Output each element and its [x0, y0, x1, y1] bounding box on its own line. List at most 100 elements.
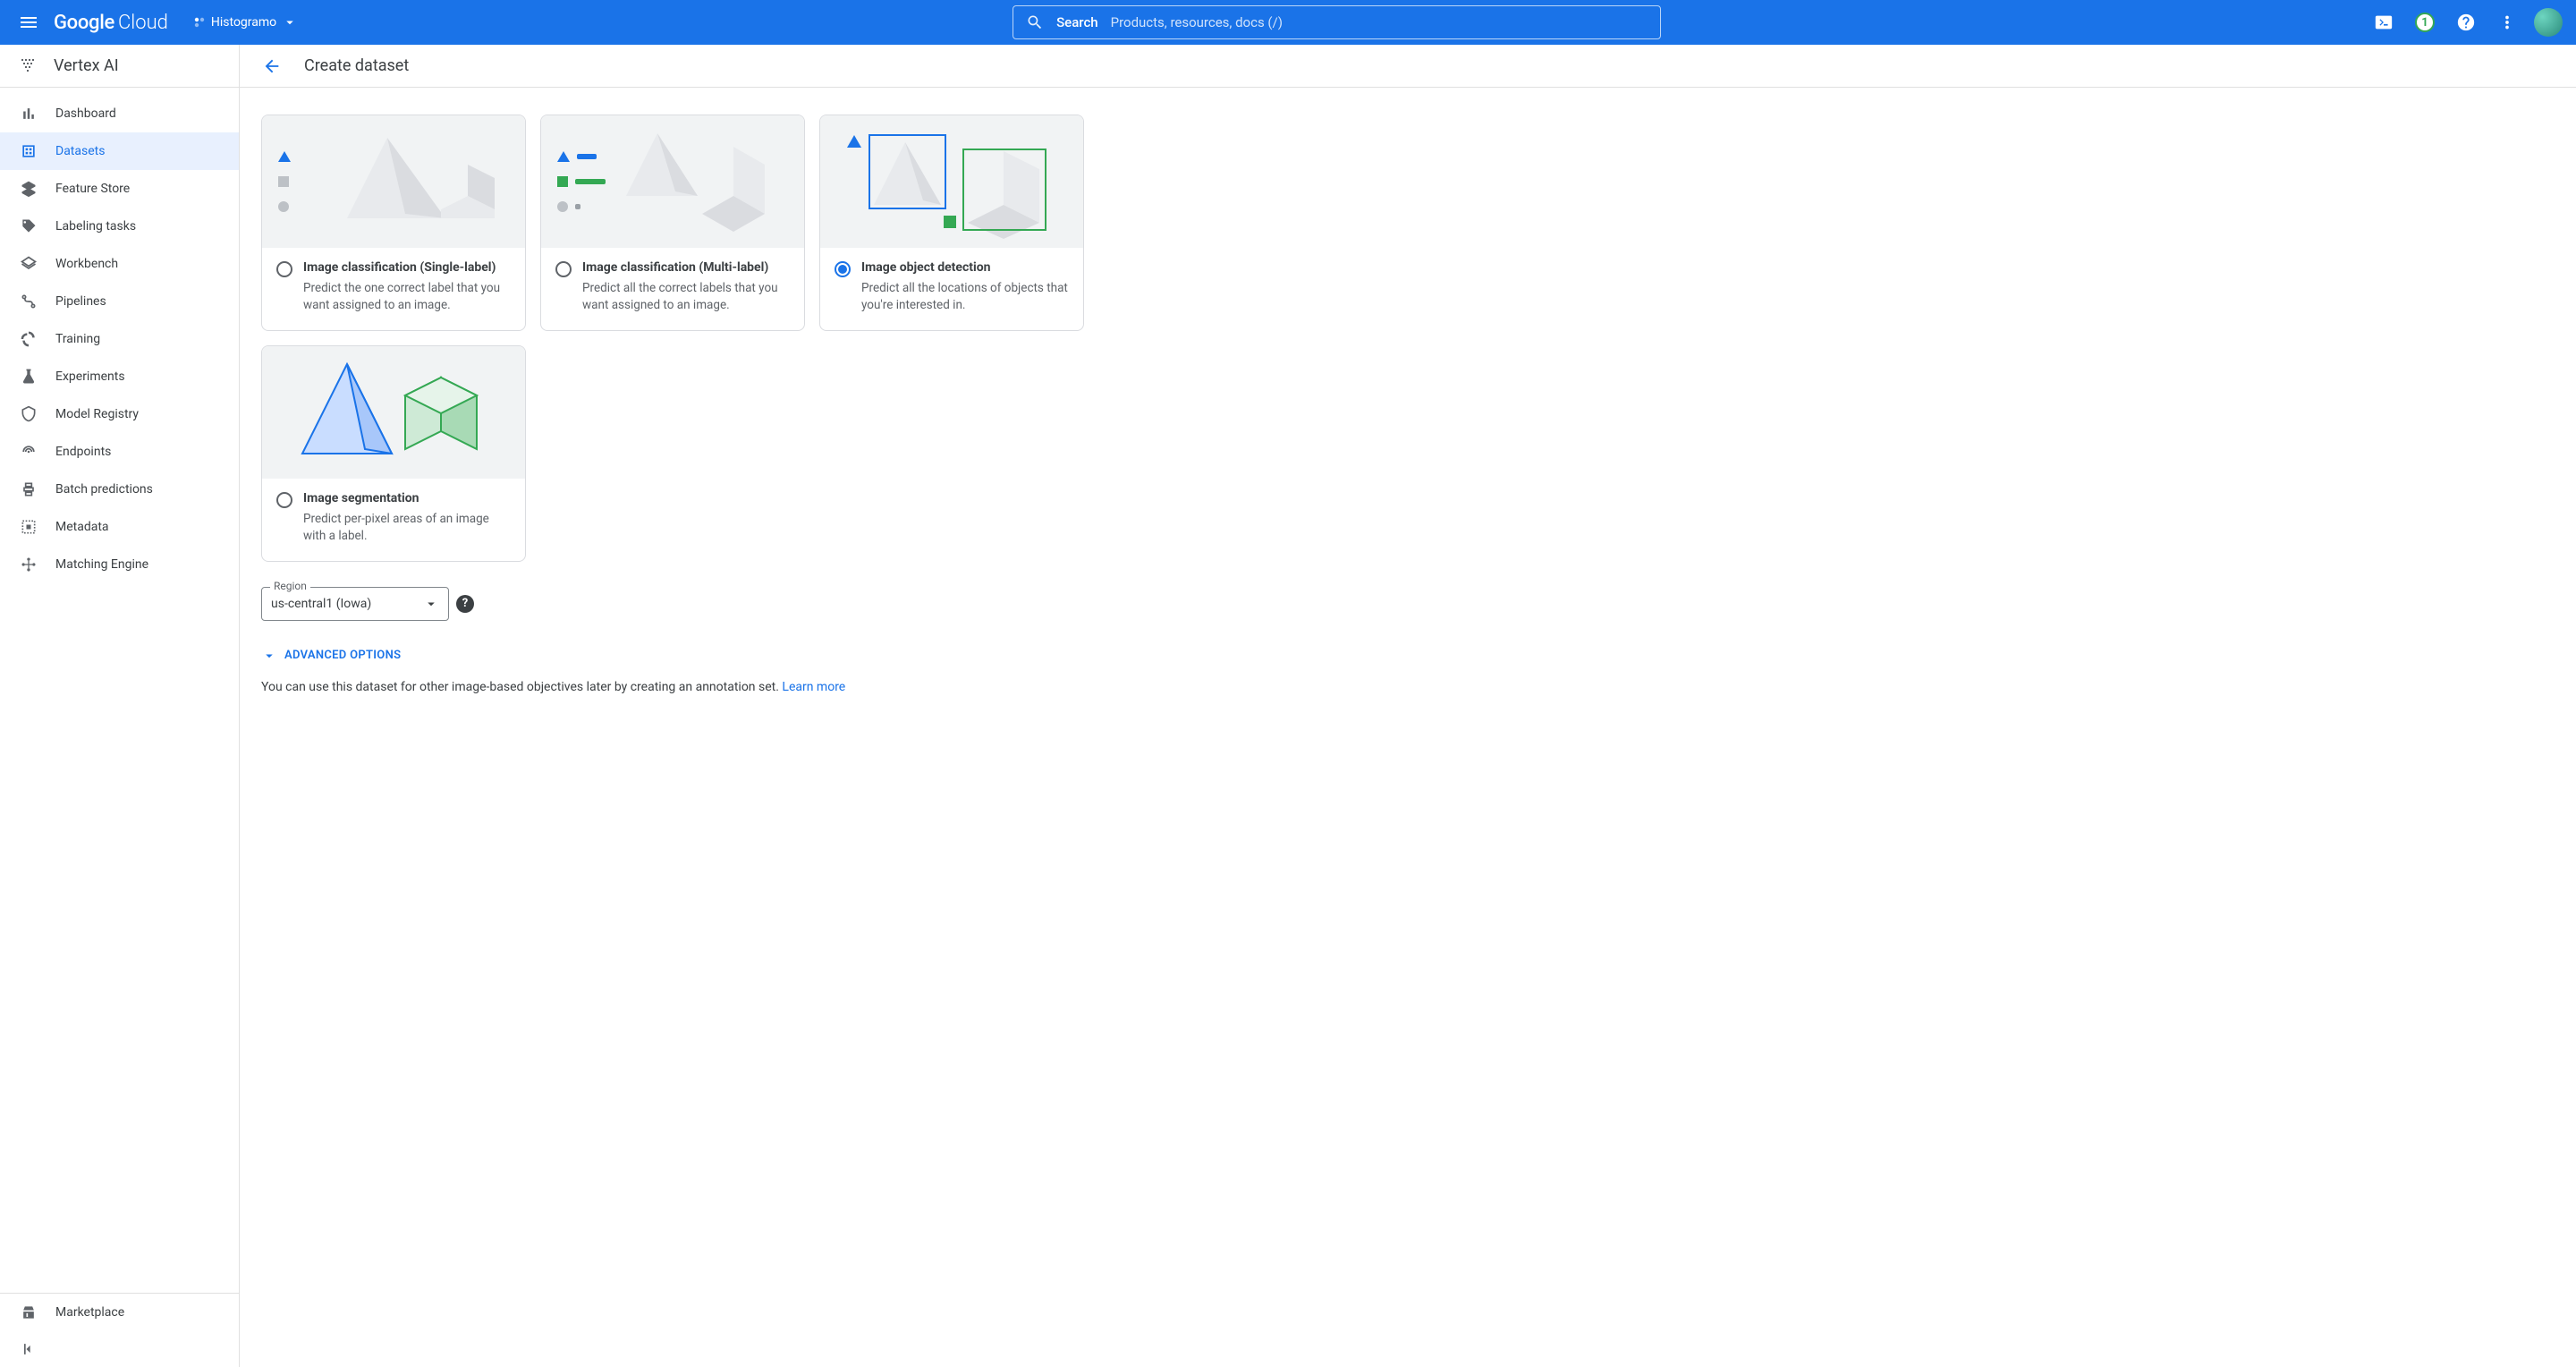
sidebar-item-labeling-tasks[interactable]: Labeling tasks	[0, 208, 239, 245]
trial-badge: 1	[2415, 13, 2435, 32]
region-help-button[interactable]: ?	[456, 595, 474, 613]
help-button[interactable]	[2449, 5, 2483, 39]
search-placeholder: Products, resources, docs (/)	[1111, 14, 1283, 30]
sidebar-nav: Dashboard Datasets Feature Store Labelin…	[0, 88, 239, 1293]
cloud-shell-button[interactable]	[2367, 5, 2401, 39]
card-illustration	[541, 115, 804, 248]
footer-note: You can use this dataset for other image…	[261, 680, 1113, 694]
card-desc: Predict per-pixel areas of an image with…	[303, 511, 511, 545]
sidebar-item-workbench[interactable]: Workbench	[0, 245, 239, 283]
free-trial-button[interactable]: 1	[2408, 5, 2442, 39]
card-title: Image classification (Single-label)	[303, 260, 511, 275]
main: Create dataset	[240, 45, 2576, 1367]
search-label: Search	[1056, 14, 1098, 30]
bar-icon	[575, 204, 580, 209]
sidebar-item-label: Pipelines	[55, 294, 106, 309]
arrow-back-icon	[262, 56, 282, 76]
region-label: Region	[270, 580, 310, 592]
product-title: Vertex AI	[54, 56, 119, 75]
project-icon	[193, 16, 206, 29]
model-registry-icon	[20, 405, 38, 423]
card-segmentation[interactable]: Image segmentation Predict per-pixel are…	[261, 345, 526, 562]
sidebar-item-endpoints[interactable]: Endpoints	[0, 433, 239, 471]
card-title: Image object detection	[861, 260, 1069, 275]
region-value: us-central1 (Iowa)	[271, 597, 371, 611]
card-desc: Predict all the correct labels that you …	[582, 280, 790, 314]
pipelines-icon	[20, 293, 38, 310]
sidebar-item-label: Datasets	[55, 144, 105, 158]
main-menu-button[interactable]	[11, 4, 47, 40]
radio-single-label[interactable]	[276, 261, 292, 277]
top-header: Google Cloud Histogramo Search Products,…	[0, 0, 2576, 45]
square-icon	[557, 176, 568, 187]
search-icon	[1026, 13, 1044, 31]
sidebar-item-label: Batch predictions	[55, 482, 153, 497]
sidebar-item-label: Dashboard	[55, 106, 116, 121]
endpoints-icon	[20, 443, 38, 461]
circle-icon	[278, 201, 289, 212]
sidebar-item-training[interactable]: Training	[0, 320, 239, 358]
project-selector[interactable]: Histogramo	[184, 9, 307, 36]
card-object-detection[interactable]: Image object detection Predict all the l…	[819, 115, 1084, 331]
workbench-icon	[20, 255, 38, 273]
matching-engine-icon	[20, 556, 38, 573]
feature-store-icon	[20, 180, 38, 198]
datasets-icon	[20, 142, 38, 160]
sidebar-item-label: Model Registry	[55, 407, 139, 421]
page-header: Create dataset	[240, 45, 2576, 88]
card-illustration	[820, 115, 1083, 248]
page-title: Create dataset	[304, 56, 409, 75]
objective-cards: Image classification (Single-label) Pred…	[261, 115, 1113, 562]
bar-icon	[577, 154, 597, 159]
radio-segmentation[interactable]	[276, 492, 292, 508]
sidebar-collapse-button[interactable]	[0, 1331, 239, 1367]
sidebar-item-batch-predictions[interactable]: Batch predictions	[0, 471, 239, 508]
avatar	[2534, 8, 2563, 37]
triangle-icon	[278, 151, 291, 162]
logo-cloud: Cloud	[118, 12, 168, 34]
card-desc: Predict all the locations of objects tha…	[861, 280, 1069, 314]
learn-more-link[interactable]: Learn more	[782, 680, 845, 694]
project-name: Histogramo	[211, 15, 276, 30]
batch-icon	[20, 480, 38, 498]
sidebar-item-experiments[interactable]: Experiments	[0, 358, 239, 395]
collapse-icon	[20, 1340, 38, 1358]
triangle-icon	[557, 151, 570, 162]
sidebar-item-pipelines[interactable]: Pipelines	[0, 283, 239, 320]
menu-icon	[18, 12, 39, 33]
sidebar-item-label: Marketplace	[55, 1305, 124, 1320]
marketplace-icon	[20, 1303, 38, 1321]
more-button[interactable]	[2490, 5, 2524, 39]
note-text: You can use this dataset for other image…	[261, 680, 782, 694]
card-single-label[interactable]: Image classification (Single-label) Pred…	[261, 115, 526, 331]
help-icon	[2456, 13, 2476, 32]
account-button[interactable]	[2531, 5, 2565, 39]
sidebar-item-label: Training	[55, 332, 100, 346]
sidebar-item-metadata[interactable]: Metadata	[0, 508, 239, 546]
bar-icon	[575, 179, 606, 184]
sidebar-item-dashboard[interactable]: Dashboard	[0, 95, 239, 132]
radio-multi-label[interactable]	[555, 261, 572, 277]
card-illustration	[262, 346, 525, 479]
header-right: 1	[2367, 5, 2565, 39]
sidebar-item-model-registry[interactable]: Model Registry	[0, 395, 239, 433]
training-icon	[20, 330, 38, 348]
sidebar-item-datasets[interactable]: Datasets	[0, 132, 239, 170]
sidebar-item-label: Feature Store	[55, 182, 130, 196]
back-button[interactable]	[258, 52, 286, 81]
radio-object-detection[interactable]	[835, 261, 851, 277]
card-illustration	[262, 115, 525, 248]
card-multi-label[interactable]: Image classification (Multi-label) Predi…	[540, 115, 805, 331]
advanced-options-toggle[interactable]: ADVANCED OPTIONS	[261, 648, 1113, 664]
more-vert-icon	[2497, 13, 2517, 32]
sidebar-item-matching-engine[interactable]: Matching Engine	[0, 546, 239, 583]
caret-down-icon	[423, 596, 439, 612]
caret-down-icon	[282, 14, 298, 30]
sidebar-item-feature-store[interactable]: Feature Store	[0, 170, 239, 208]
sidebar-item-marketplace[interactable]: Marketplace	[0, 1294, 239, 1331]
sidebar-item-label: Experiments	[55, 369, 125, 384]
search-bar[interactable]: Search Products, resources, docs (/)	[1013, 5, 1661, 39]
google-cloud-logo[interactable]: Google Cloud	[54, 12, 168, 34]
labeling-icon	[20, 217, 38, 235]
product-header[interactable]: Vertex AI	[0, 45, 239, 88]
